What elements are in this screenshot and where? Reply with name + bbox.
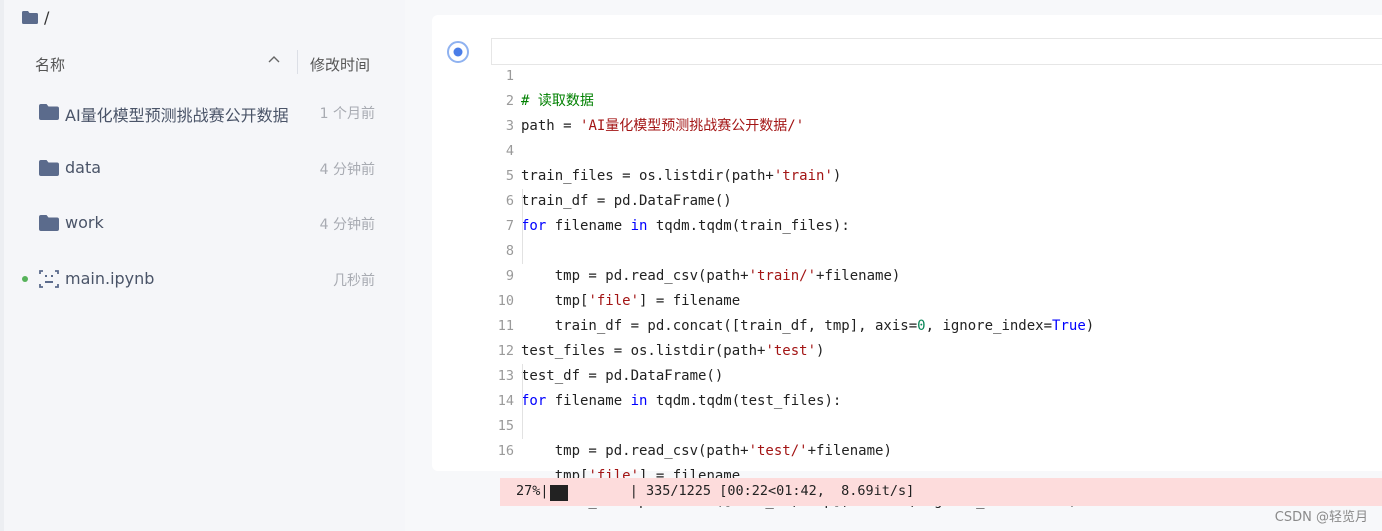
code-line[interactable]: 6 for filename in tqdm.tqdm(train_files)…	[492, 164, 1382, 234]
code-text: tmp = pd.read_csv(path+'test/'+filename)	[521, 443, 892, 459]
code-line[interactable]: 14 tmp = pd.read_csv(path+'test/'+filena…	[492, 364, 1382, 459]
breadcrumb-path[interactable]: /	[44, 8, 49, 27]
indent-guide	[522, 239, 523, 264]
cell-running-icon[interactable]	[446, 40, 470, 64]
progress-text: 27%| | 335/1225 [00:22<01:42, 8.69it/s]	[516, 483, 915, 499]
line-number: 16	[497, 443, 514, 459]
indent-guide	[522, 414, 523, 439]
folder-icon	[39, 160, 59, 176]
code-line[interactable]: 13 for filename in tqdm.tqdm(test_files)…	[492, 339, 1382, 409]
code-line[interactable]: 9 train_df = pd.concat([train_df, tmp], …	[492, 239, 1382, 334]
file-modified-time: 几秒前	[333, 273, 375, 289]
progress-bar-fill	[550, 485, 568, 501]
code-cell[interactable]: 1 # 读取数据 2 path = 'AI量化模型预测挑战赛公开数据/' 3 4…	[432, 15, 1382, 509]
file-modified-time: 4 分钟前	[319, 217, 375, 233]
file-name[interactable]: work	[65, 213, 289, 232]
notebook-icon	[39, 270, 59, 288]
indent-guide	[522, 364, 523, 389]
code-line[interactable]: 16 test_df = pd.concat([test_df, tmp], a…	[492, 414, 1382, 509]
indent-guide	[522, 214, 523, 239]
folder-icon	[39, 215, 59, 231]
code-line[interactable]: 11 test_files = os.listdir(path+'test')	[492, 289, 1382, 359]
running-indicator	[22, 276, 28, 282]
column-modified-header[interactable]: 修改时间	[310, 54, 370, 75]
indent-guide	[522, 189, 523, 214]
file-browser: / 名称 修改时间 AI量化模型预测挑战赛公开数据 1 个月前 data 4 分…	[0, 0, 405, 531]
code-line[interactable]: 8 tmp['file'] = filename	[492, 214, 1382, 309]
file-name[interactable]: AI量化模型预测挑战赛公开数据	[65, 102, 289, 126]
file-row-folder[interactable]: AI量化模型预测挑战赛公开数据 1 个月前	[0, 92, 405, 132]
code-line[interactable]: 7 tmp = pd.read_csv(path+'train/'+filena…	[492, 189, 1382, 284]
code-line[interactable]: 15 tmp['file'] = filename	[492, 389, 1382, 484]
breadcrumb[interactable]: /	[22, 6, 49, 28]
file-row-folder[interactable]: work 4 分钟前	[0, 203, 405, 243]
chevron-up-icon[interactable]	[266, 52, 282, 68]
code-line[interactable]: 2 path = 'AI量化模型预测挑战赛公开数据/'	[492, 64, 1382, 134]
indent-guide	[522, 389, 523, 414]
column-name-header[interactable]: 名称	[35, 54, 65, 75]
file-name[interactable]: data	[65, 158, 289, 177]
code-editor[interactable]: 1 # 读取数据 2 path = 'AI量化模型预测挑战赛公开数据/' 3 4…	[491, 38, 1382, 509]
column-divider[interactable]	[297, 50, 298, 74]
file-list-header: 名称 修改时间	[0, 48, 405, 80]
file-row-notebook[interactable]: main.ipynb 几秒前	[0, 259, 405, 299]
file-modified-time: 1 个月前	[319, 106, 375, 122]
code-line[interactable]: 5 train_df = pd.DataFrame()	[492, 139, 1382, 209]
file-name[interactable]: main.ipynb	[65, 269, 289, 288]
code-line[interactable]: 3	[492, 89, 1382, 134]
code-line[interactable]: 10	[492, 264, 1382, 309]
code-line[interactable]: 4 train_files = os.listdir(path+'train')	[492, 114, 1382, 184]
watermark: CSDN @轻览月	[1274, 510, 1368, 525]
folder-icon	[22, 10, 38, 24]
cell-output: 27%| | 335/1225 [00:22<01:42, 8.69it/s]	[500, 478, 1382, 506]
folder-icon	[39, 104, 59, 120]
code-line[interactable]: 1 # 读取数据	[491, 38, 1382, 109]
file-row-folder[interactable]: data 4 分钟前	[0, 148, 405, 188]
notebook-area: 1 # 读取数据 2 path = 'AI量化模型预测挑战赛公开数据/' 3 4…	[405, 0, 1382, 531]
file-modified-time: 4 分钟前	[319, 162, 375, 178]
code-line[interactable]: 12 test_df = pd.DataFrame()	[492, 314, 1382, 384]
